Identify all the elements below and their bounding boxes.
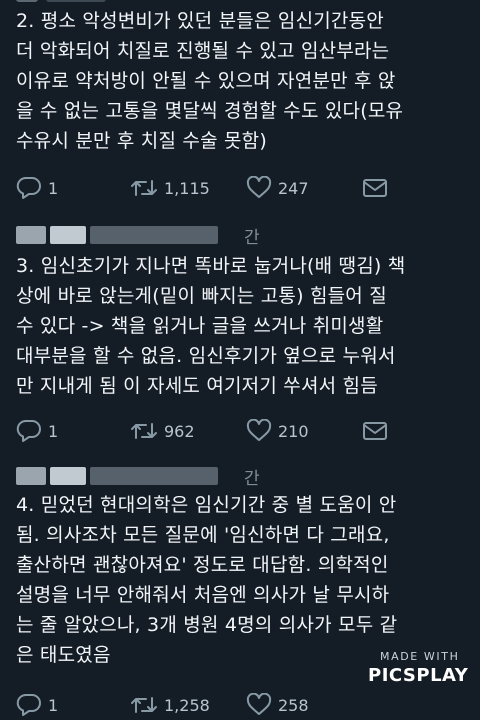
reply-count: 1 bbox=[48, 421, 59, 441]
retweet-count: 1,115 bbox=[164, 178, 210, 198]
tweet-actions: 1 1,258 258 bbox=[0, 690, 480, 720]
retweet-count: 962 bbox=[164, 421, 195, 441]
tweet-header: 간 bbox=[16, 464, 286, 490]
handle-blurred bbox=[90, 226, 218, 244]
timestamp: 간 bbox=[244, 228, 260, 248]
retweet-icon bbox=[130, 420, 158, 442]
reply-icon bbox=[16, 176, 42, 200]
watermark-made-with: MADE WITH bbox=[380, 650, 460, 663]
message-button[interactable] bbox=[362, 173, 388, 203]
tweet-actions: 1 962 210 bbox=[0, 416, 480, 446]
message-icon bbox=[362, 420, 388, 442]
reply-count: 1 bbox=[48, 695, 59, 715]
avatar bbox=[16, 467, 46, 485]
tweet-text: 4. 믿었던 현대의학은 임신기간 중 별 도움이 안 됨. 의사조차 모든 질… bbox=[16, 494, 398, 666]
retweet-icon bbox=[130, 694, 158, 716]
picsplay-watermark: MADE WITH PICSPLAY bbox=[368, 650, 480, 686]
message-icon bbox=[362, 177, 388, 199]
like-button[interactable]: 258 bbox=[246, 690, 309, 720]
reply-icon bbox=[16, 419, 42, 443]
reply-count: 1 bbox=[48, 178, 59, 198]
handle-blurred bbox=[90, 467, 218, 485]
avatar bbox=[16, 226, 46, 244]
reply-button[interactable]: 1 bbox=[16, 690, 58, 720]
heart-icon bbox=[246, 176, 272, 200]
tweet-text: 3. 임신초기가 지나면 똑바로 눕거나(배 땡김) 책 상에 바로 앉는게(밑… bbox=[16, 255, 406, 397]
reply-icon bbox=[16, 693, 42, 717]
like-count: 258 bbox=[278, 695, 309, 715]
tweet-header: 간 bbox=[16, 223, 286, 249]
timestamp: 간 bbox=[244, 469, 260, 489]
tweet-actions: 1 1,115 247 bbox=[0, 173, 480, 203]
retweet-icon bbox=[130, 177, 158, 199]
reply-button[interactable]: 1 bbox=[16, 416, 58, 446]
retweet-button[interactable]: 1,258 bbox=[130, 690, 210, 720]
like-count: 210 bbox=[278, 421, 309, 441]
watermark-brand: PICSPLAY bbox=[368, 665, 469, 686]
like-button[interactable]: 210 bbox=[246, 416, 309, 446]
heart-icon bbox=[246, 693, 272, 717]
heart-icon bbox=[246, 419, 272, 443]
message-button[interactable] bbox=[362, 416, 388, 446]
tweet-2[interactable]: 간 3. 임신초기가 지나면 똑바로 눕거나(배 땡김) 책 상에 바로 앉는게… bbox=[0, 210, 480, 460]
retweet-button[interactable]: 1,115 bbox=[130, 173, 210, 203]
reply-button[interactable]: 1 bbox=[16, 173, 58, 203]
username-blurred bbox=[50, 467, 86, 485]
tweet-text: 2. 평소 악성변비가 있던 분들은 임신기간동안 더 악화되어 치질로 진행될… bbox=[16, 10, 404, 152]
like-count: 247 bbox=[278, 178, 309, 198]
retweet-count: 1,258 bbox=[164, 695, 210, 715]
tweet-1[interactable]: 2. 평소 악성변비가 있던 분들은 임신기간동안 더 악화되어 치질로 진행될… bbox=[0, 0, 480, 210]
retweet-button[interactable]: 962 bbox=[130, 416, 195, 446]
like-button[interactable]: 247 bbox=[246, 173, 309, 203]
username-blurred bbox=[50, 226, 86, 244]
